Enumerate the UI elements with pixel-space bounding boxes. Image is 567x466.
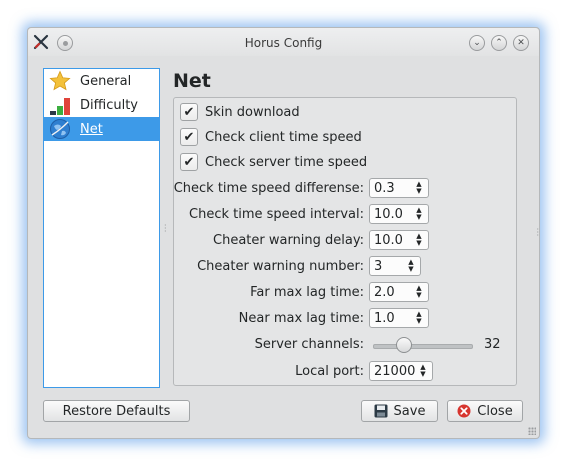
field-label: Cheater warning delay: — [213, 233, 364, 248]
config-window: Horus Config ⌄ ⌃ ✕ General Difficulty Ne… — [27, 27, 540, 439]
checkbox-box[interactable]: ✔ — [180, 103, 198, 121]
save-button[interactable]: Save — [361, 400, 438, 422]
spinbox-value: 10.0 — [374, 232, 403, 248]
chevron-down-icon: ⌄ — [473, 37, 481, 48]
chevron-up-icon: ⌃ — [495, 37, 503, 48]
close-icon: ✕ — [517, 37, 525, 48]
close-button[interactable]: Close — [447, 400, 523, 422]
page-title: Net — [173, 70, 211, 92]
checkbox-label: Check server time speed — [205, 154, 368, 170]
spinbox-value: 1.0 — [374, 310, 395, 326]
close-window-button[interactable]: ✕ — [513, 35, 529, 51]
restore-defaults-button[interactable]: Restore Defaults — [43, 400, 190, 422]
globe-icon — [48, 118, 72, 140]
spinbox-value: 2.0 — [374, 284, 395, 300]
star-icon — [48, 70, 72, 92]
field-label: Near max lag time: — [238, 311, 364, 326]
spinbox-value: 21000 — [374, 363, 416, 379]
slider-handle[interactable] — [395, 337, 412, 353]
check-server-speed-checkbox[interactable]: ✔ Check server time speed — [180, 152, 367, 172]
speed-interval-row: Check time speed interval: 10.0 ▲ ▼ — [174, 204, 514, 226]
check-client-speed-checkbox[interactable]: ✔ Check client time speed — [180, 127, 362, 147]
up-down-arrows-icon[interactable]: ▲ ▼ — [413, 232, 425, 248]
sidebar-item-net[interactable]: Net — [44, 117, 159, 141]
field-label: Check time speed interval: — [189, 207, 364, 222]
sidebar-item-label: General — [80, 73, 132, 89]
sidebar-item-label: Difficulty — [80, 97, 138, 113]
near-lag-row: Near max lag time: 1.0 ▲ ▼ — [174, 308, 514, 330]
sidebar-item-difficulty[interactable]: Difficulty — [44, 93, 159, 117]
cancel-icon — [457, 404, 471, 418]
server-channels-row: Server channels: 32 — [174, 334, 514, 356]
skin-download-checkbox[interactable]: ✔ Skin download — [180, 102, 300, 122]
button-label: Save — [393, 403, 426, 419]
field-label: Cheater warning number: — [197, 259, 364, 274]
checkbox-box[interactable]: ✔ — [180, 153, 198, 171]
checkmark-icon: ✔ — [183, 154, 195, 170]
button-label: Restore Defaults — [62, 403, 171, 419]
field-label: Check time speed differense: — [173, 181, 364, 196]
speed-interval-spinbox[interactable]: 10.0 ▲ ▼ — [369, 204, 429, 224]
up-down-arrows-icon[interactable]: ▲ ▼ — [417, 363, 429, 379]
category-list[interactable]: General Difficulty Net — [43, 68, 160, 388]
maximize-button[interactable]: ⌃ — [491, 35, 507, 51]
speed-difference-row: Check time speed differense: 0.3 ▲ ▼ — [174, 178, 514, 200]
checkbox-label: Check client time speed — [205, 129, 362, 145]
save-icon — [374, 404, 388, 418]
warning-delay-spinbox[interactable]: 10.0 ▲ ▼ — [369, 230, 429, 250]
window-title: Horus Config — [244, 36, 323, 50]
bar-chart-icon — [48, 94, 72, 116]
local-port-row: Local port: 21000 ▲ ▼ — [174, 361, 514, 383]
minimize-button[interactable]: ⌄ — [469, 35, 485, 51]
speed-difference-spinbox[interactable]: 0.3 ▲ ▼ — [369, 178, 429, 198]
button-label: Close — [477, 403, 513, 419]
spinbox-value: 3 — [374, 258, 383, 274]
local-port-spinbox[interactable]: 21000 ▲ ▼ — [369, 361, 433, 381]
up-down-arrows-icon[interactable]: ▲ ▼ — [413, 206, 425, 222]
warning-delay-row: Cheater warning delay: 10.0 ▲ ▼ — [174, 230, 514, 252]
slider-value: 32 — [484, 337, 501, 352]
field-label: Local port: — [295, 364, 364, 379]
up-down-arrows-icon[interactable]: ▲ ▼ — [413, 284, 425, 300]
up-down-arrows-icon[interactable]: ▲ ▼ — [413, 310, 425, 326]
far-lag-spinbox[interactable]: 2.0 ▲ ▼ — [369, 282, 429, 302]
warning-number-spinbox[interactable]: 3 ▲ ▼ — [369, 256, 421, 276]
sidebar-item-general[interactable]: General — [44, 69, 159, 93]
server-channels-slider[interactable] — [373, 344, 473, 349]
title-bar[interactable]: Horus Config ⌄ ⌃ ✕ — [28, 28, 539, 56]
splitter-handle[interactable]: · · · — [164, 222, 167, 236]
spinbox-value: 0.3 — [374, 180, 395, 196]
resize-grip-icon[interactable] — [528, 427, 536, 435]
checkbox-label: Skin download — [205, 104, 300, 120]
sidebar-item-label: Net — [80, 121, 103, 137]
up-down-arrows-icon[interactable]: ▲ ▼ — [413, 180, 425, 196]
spinbox-value: 10.0 — [374, 206, 403, 222]
checkbox-box[interactable]: ✔ — [180, 128, 198, 146]
far-lag-row: Far max lag time: 2.0 ▲ ▼ — [174, 282, 514, 304]
up-down-arrows-icon[interactable]: ▲ ▼ — [405, 258, 417, 274]
warning-number-row: Cheater warning number: 3 ▲ ▼ — [174, 256, 514, 278]
field-label: Server channels: — [254, 337, 364, 352]
field-label: Far max lag time: — [250, 285, 364, 300]
checkmark-icon: ✔ — [183, 129, 195, 145]
near-lag-spinbox[interactable]: 1.0 ▲ ▼ — [369, 308, 429, 328]
checkmark-icon: ✔ — [183, 104, 195, 120]
resize-edge-handle[interactable]: · · · — [536, 226, 539, 240]
